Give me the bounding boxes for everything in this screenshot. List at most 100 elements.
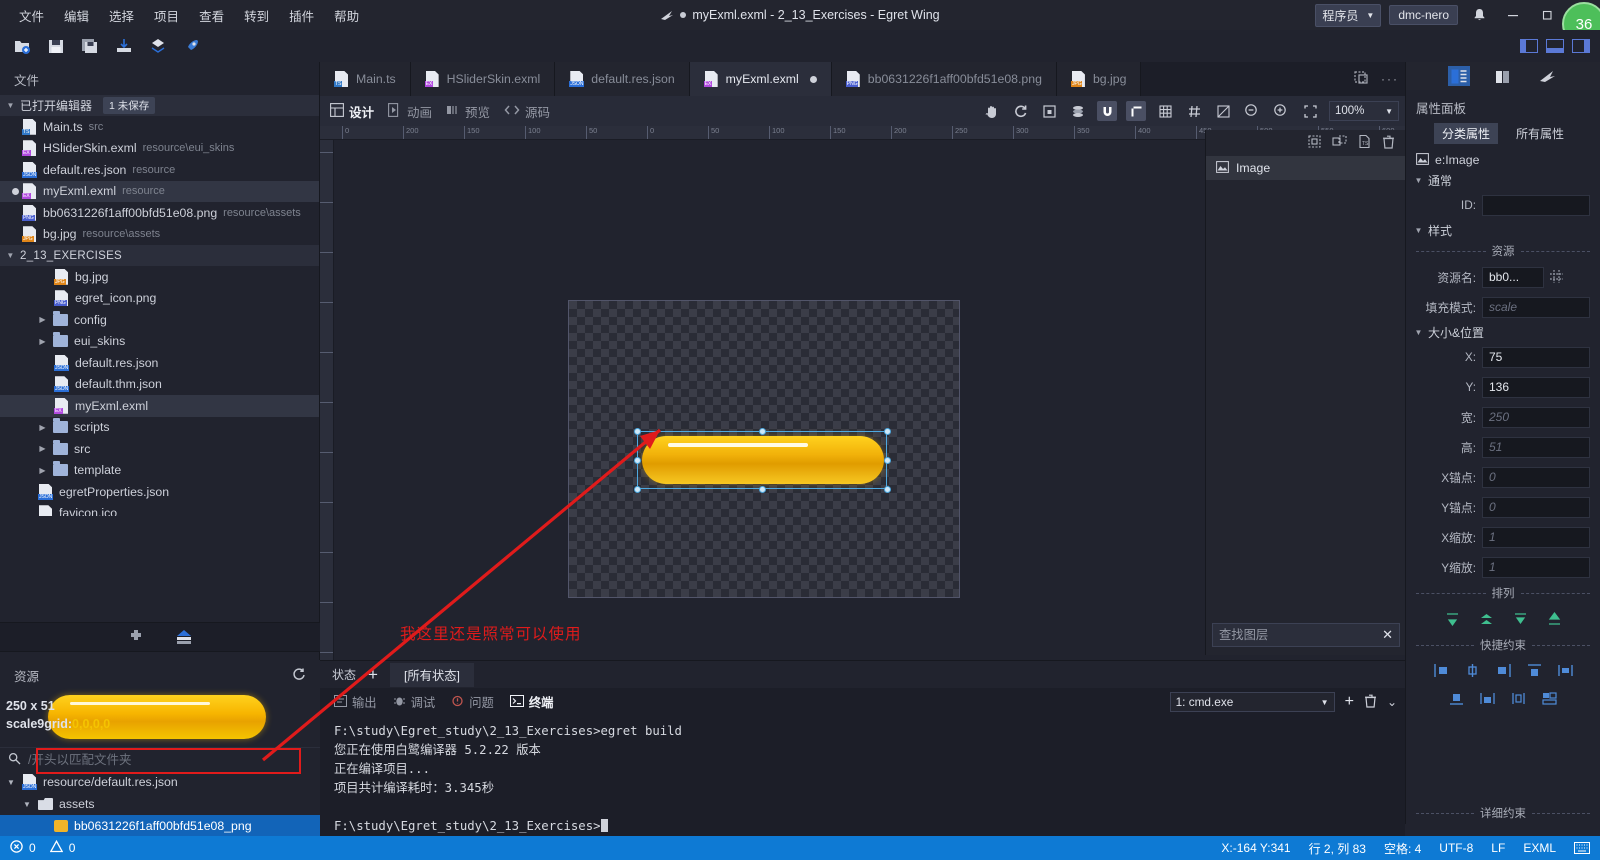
editor-tab-bg.jpg[interactable]: JPG bg.jpg: [1056, 62, 1142, 96]
editor-tab-HSliderSkin.exml[interactable]: EX HSliderSkin.exml: [410, 62, 556, 96]
group-size-position[interactable]: ▼ 大小&位置: [1406, 322, 1600, 342]
send-backward-icon[interactable]: [1476, 610, 1496, 628]
project-file-item[interactable]: favicon.ico: [0, 503, 319, 516]
resource-tree-item[interactable]: ▼ JSON resource/default.res.json: [0, 771, 320, 793]
segment-all[interactable]: 所有属性: [1508, 123, 1572, 144]
ruler-toggle-icon[interactable]: [1213, 101, 1233, 121]
status-problems[interactable]: 0 0: [0, 839, 75, 856]
project-file-item[interactable]: JSON egretProperties.json: [0, 481, 319, 503]
project-folder-item[interactable]: ▶ scripts: [0, 417, 319, 439]
indent-setting[interactable]: 空格: 4: [1384, 840, 1421, 857]
menu-item-查看[interactable]: 查看: [190, 2, 233, 29]
role-select[interactable]: 程序员 ▼: [1315, 3, 1382, 27]
view-tab-源码[interactable]: 源码: [504, 102, 550, 121]
user-chip[interactable]: dmc-nero: [1389, 5, 1458, 25]
delete-icon[interactable]: [1382, 135, 1395, 152]
editor-tab-myExml.exml[interactable]: EX myExml.exml: [689, 62, 832, 96]
toggle-bottom-panel-button[interactable]: [1546, 39, 1564, 53]
refresh-icon[interactable]: [1010, 101, 1030, 121]
publish-icon[interactable]: [146, 34, 170, 58]
resize-handle-nw[interactable]: [634, 428, 641, 435]
terminal-tab-调试[interactable]: 调试: [393, 693, 435, 711]
project-file-item[interactable]: PNG egret_icon.png: [0, 288, 319, 310]
project-file-item[interactable]: JPG bg.jpg: [0, 266, 319, 288]
x-field[interactable]: 75: [1482, 346, 1590, 368]
plus-icon[interactable]: +: [368, 666, 378, 683]
menu-item-项目[interactable]: 项目: [145, 2, 188, 29]
zoom-in-icon[interactable]: [1271, 101, 1291, 121]
project-folder-item[interactable]: ▶ eui_skins: [0, 331, 319, 353]
group-style[interactable]: ▼ 样式: [1406, 220, 1600, 240]
scale-y-field[interactable]: 1: [1482, 556, 1590, 578]
scale-x-field[interactable]: 1: [1482, 526, 1590, 548]
group-general[interactable]: ▼ 通常: [1406, 170, 1600, 190]
open-editor-item[interactable]: EX HSliderSkin.exml resource\eui_skins: [0, 138, 319, 160]
cursor-position[interactable]: 行 2, 列 83: [1309, 840, 1366, 857]
view-tab-预览[interactable]: 预览: [446, 102, 490, 121]
toggle-left-panel-button[interactable]: [1520, 39, 1538, 53]
save-all-icon[interactable]: [78, 34, 102, 58]
resize-handle-se[interactable]: [884, 486, 891, 493]
close-icon[interactable]: ✕: [1382, 627, 1393, 643]
maximize-button[interactable]: [1534, 0, 1560, 30]
resource-search-input[interactable]: [28, 752, 320, 767]
align-bottom-icon[interactable]: [1447, 689, 1467, 707]
properties-tab[interactable]: [1448, 66, 1470, 86]
menu-item-选择[interactable]: 选择: [100, 2, 143, 29]
align-left-icon[interactable]: [1431, 661, 1451, 679]
resource-tree-item[interactable]: ▼ assets: [0, 793, 320, 815]
open-editor-item[interactable]: EX myExml.exml resource: [0, 180, 319, 202]
hand-tool-icon[interactable]: [981, 101, 1001, 121]
add-plugin-icon[interactable]: [124, 625, 148, 649]
y-field[interactable]: 136: [1482, 376, 1590, 398]
egret-tab[interactable]: [1536, 66, 1558, 86]
fit-screen-icon[interactable]: [1300, 101, 1320, 121]
resize-handle-sw[interactable]: [634, 486, 641, 493]
stage[interactable]: [568, 300, 960, 598]
resize-handle-s[interactable]: [759, 486, 766, 493]
keyboard-icon[interactable]: [1574, 842, 1590, 854]
group-icon[interactable]: [1307, 134, 1322, 152]
notification-bell-icon[interactable]: [1466, 0, 1492, 30]
menu-item-插件[interactable]: 插件: [280, 2, 323, 29]
height-field[interactable]: 51: [1482, 436, 1590, 458]
resize-handle-w[interactable]: [634, 457, 641, 464]
menu-item-转到[interactable]: 转到: [235, 2, 278, 29]
open-editor-item[interactable]: PNG bb0631226f1aff00bfd51e08.png resource\…: [0, 202, 319, 224]
project-folder-item[interactable]: ▶ config: [0, 309, 319, 331]
resource-tree-item[interactable]: bb0631226f1aff00bfd51e08_png: [0, 815, 320, 837]
more-actions-icon[interactable]: ···: [1381, 72, 1399, 86]
align-center-v-icon[interactable]: [1478, 689, 1498, 707]
encoding-setting[interactable]: UTF-8: [1439, 841, 1473, 855]
align-center-h-icon[interactable]: [1462, 661, 1482, 679]
fill-mode-field[interactable]: scale: [1482, 296, 1590, 318]
open-editor-item[interactable]: TS Main.ts src: [0, 116, 319, 138]
project-folder-item[interactable]: ▶ template: [0, 460, 319, 482]
open-editor-item[interactable]: JPG bg.jpg resource\assets: [0, 224, 319, 246]
anchor-x-field[interactable]: 0: [1482, 466, 1590, 488]
layers-icon[interactable]: [1068, 101, 1088, 121]
egret-tool-icon[interactable]: [172, 625, 196, 649]
language-mode[interactable]: EXML: [1523, 841, 1556, 855]
project-file-item[interactable]: JSON default.res.json: [0, 352, 319, 374]
layer-item-image[interactable]: Image: [1206, 156, 1405, 180]
open-editors-header[interactable]: ▼ 已打开编辑器 1 未保存: [0, 95, 319, 116]
docs-tab[interactable]: [1492, 66, 1514, 86]
project-header[interactable]: ▼ 2_13_EXERCISES: [0, 245, 319, 266]
resize-handle-ne[interactable]: [884, 428, 891, 435]
grid-icon[interactable]: [1155, 101, 1175, 121]
terminal-shell-select[interactable]: 1: cmd.exe ▼: [1169, 692, 1335, 712]
eol-setting[interactable]: LF: [1491, 841, 1505, 855]
refresh-icon[interactable]: [291, 667, 306, 685]
bring-to-front-icon[interactable]: [1442, 610, 1462, 628]
id-field[interactable]: [1482, 194, 1590, 216]
scale9grid-icon[interactable]: [1549, 269, 1565, 285]
magnet-snap-icon[interactable]: [1097, 101, 1117, 121]
lock-icon[interactable]: [1039, 101, 1059, 121]
project-file-item[interactable]: JSON default.thm.json: [0, 374, 319, 396]
save-icon[interactable]: [44, 34, 68, 58]
terminal-tab-输出[interactable]: 输出: [334, 693, 377, 711]
resource-name-field[interactable]: bb0...: [1482, 266, 1544, 288]
project-file-item[interactable]: EX myExml.exml: [0, 395, 319, 417]
view-tab-设计[interactable]: 设计: [330, 102, 374, 121]
